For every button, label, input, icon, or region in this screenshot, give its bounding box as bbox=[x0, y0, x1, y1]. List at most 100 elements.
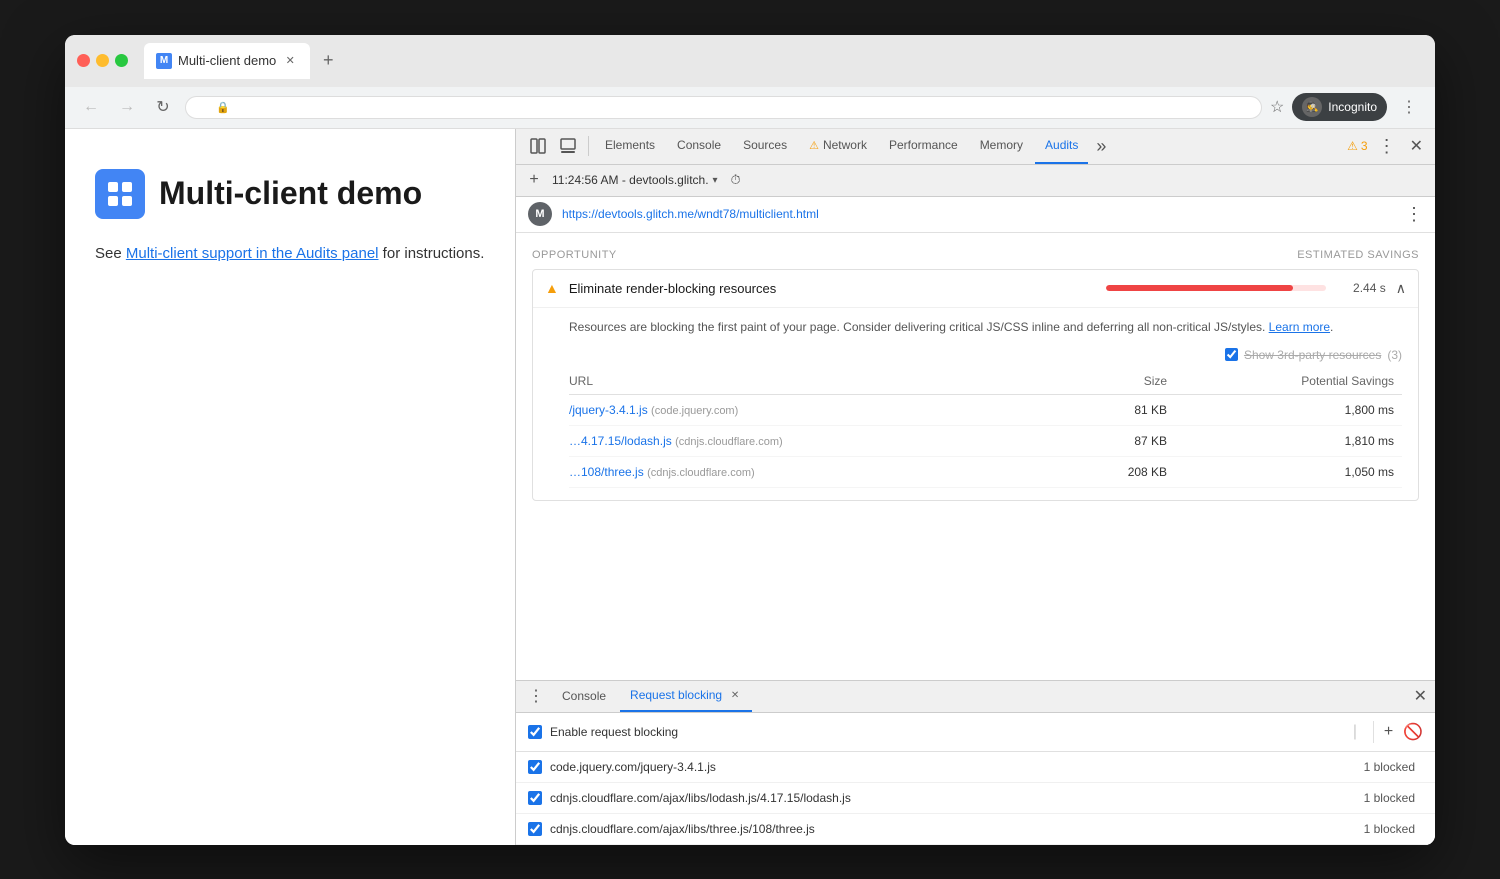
audit-item-header[interactable]: ▲ Eliminate render-blocking resources 2.… bbox=[533, 270, 1418, 307]
incognito-icon: 🕵 bbox=[1302, 97, 1322, 117]
col-header-url: URL bbox=[569, 370, 1068, 395]
traffic-light-maximize[interactable] bbox=[115, 54, 128, 67]
url-text-1[interactable]: …4.17.15/lodash.js bbox=[569, 434, 672, 448]
tab-memory[interactable]: Memory bbox=[970, 129, 1033, 165]
col-header-size: Size bbox=[1068, 370, 1175, 395]
drawer-tabs-bar: ⋮ Console Request blocking ✕ ✕ bbox=[516, 681, 1435, 713]
audit-chevron-icon: ∧ bbox=[1396, 280, 1406, 297]
browser-window: M Multi-client demo ✕ + ← → ↻ 🔒 ☆ 🕵 Inco… bbox=[65, 35, 1435, 845]
tab-audits[interactable]: Audits bbox=[1035, 129, 1088, 165]
forward-button[interactable]: → bbox=[113, 93, 141, 121]
page-description: See Multi-client support in the Audits p… bbox=[95, 243, 485, 266]
audits-panel-link[interactable]: Multi-client support in the Audits panel bbox=[126, 245, 379, 262]
drawer-menu-button[interactable]: ⋮ bbox=[524, 686, 548, 706]
origin-text-0: (code.jquery.com) bbox=[651, 405, 738, 417]
devtools-mode-button[interactable] bbox=[554, 132, 582, 160]
resource-table: URL Size Potential Savings /jquery-3.4.1… bbox=[569, 370, 1402, 488]
blocking-list-item-0: code.jquery.com/jquery-3.4.1.js 1 blocke… bbox=[516, 752, 1435, 783]
tab-sources[interactable]: Sources bbox=[733, 129, 797, 165]
timer-button[interactable]: ⏱ bbox=[726, 170, 746, 190]
main-content: Multi-client demo See Multi-client suppo… bbox=[65, 129, 1435, 845]
resource-savings-0: 1,800 ms bbox=[1175, 394, 1402, 425]
bookmark-button[interactable]: ☆ bbox=[1270, 97, 1284, 117]
warning-count: 3 bbox=[1361, 139, 1368, 153]
session-info: 11:24:56 AM - devtools.glitch. ▾ bbox=[552, 173, 718, 187]
blocking-checkbox-1[interactable] bbox=[528, 791, 542, 805]
report-url: https://devtools.glitch.me/wndt78/multic… bbox=[562, 207, 1395, 221]
incognito-label: Incognito bbox=[1328, 100, 1377, 114]
tab-network[interactable]: ⚠ Network bbox=[799, 129, 877, 165]
table-row: …4.17.15/lodash.js (cdnjs.cloudflare.com… bbox=[569, 425, 1402, 456]
drawer-tab-close-icon[interactable]: ✕ bbox=[728, 688, 742, 702]
url-text-0[interactable]: /jquery-3.4.1.js bbox=[569, 403, 648, 417]
block-icon: 🚫 bbox=[1403, 722, 1423, 742]
tab-memory-label: Memory bbox=[980, 138, 1023, 152]
report-menu-button[interactable]: ⋮ bbox=[1405, 204, 1423, 225]
incognito-badge: 🕵 Incognito bbox=[1292, 93, 1387, 121]
tab-favicon: M bbox=[156, 53, 172, 69]
opportunity-label: Opportunity bbox=[532, 249, 617, 261]
audit-description: Resources are blocking the first paint o… bbox=[569, 308, 1402, 344]
url-text-2[interactable]: …108/three.js bbox=[569, 465, 644, 479]
tab-console[interactable]: Console bbox=[667, 129, 731, 165]
page-logo-icon bbox=[95, 169, 145, 219]
session-dropdown-arrow[interactable]: ▾ bbox=[713, 175, 718, 186]
network-warning-icon: ⚠ bbox=[809, 139, 819, 152]
report-url-bar: M https://devtools.glitch.me/wndt78/mult… bbox=[516, 197, 1435, 233]
blocking-checkbox-0[interactable] bbox=[528, 760, 542, 774]
tab-sources-label: Sources bbox=[743, 138, 787, 152]
add-audit-button[interactable]: + bbox=[524, 170, 544, 190]
drawer-tab-console[interactable]: Console bbox=[552, 680, 616, 712]
bottom-drawer: ⋮ Console Request blocking ✕ ✕ Enable re… bbox=[516, 680, 1435, 845]
address-right-actions: ☆ 🕵 Incognito ⋮ bbox=[1270, 93, 1423, 121]
enable-blocking-checkbox[interactable] bbox=[528, 725, 542, 739]
new-tab-button[interactable]: + bbox=[314, 47, 342, 75]
blocking-url-1: cdnjs.cloudflare.com/ajax/libs/lodash.js… bbox=[550, 791, 1356, 805]
drawer-tab-request-blocking[interactable]: Request blocking ✕ bbox=[620, 680, 752, 712]
learn-more-link[interactable]: Learn more bbox=[1269, 320, 1330, 334]
audit-progress-bar bbox=[1106, 285, 1326, 291]
active-tab[interactable]: M Multi-client demo ✕ bbox=[144, 43, 310, 79]
tab-elements[interactable]: Elements bbox=[595, 129, 665, 165]
tab-audits-label: Audits bbox=[1045, 138, 1078, 152]
resource-savings-2: 1,050 ms bbox=[1175, 456, 1402, 487]
blocking-checkbox-2[interactable] bbox=[528, 822, 542, 836]
devtools-close-button[interactable]: ✕ bbox=[1406, 136, 1427, 156]
warning-count-badge[interactable]: ⚠ 3 bbox=[1347, 139, 1367, 153]
desc-before: See bbox=[95, 245, 126, 262]
address-bar: ← → ↻ 🔒 ☆ 🕵 Incognito ⋮ bbox=[65, 87, 1435, 129]
traffic-light-minimize[interactable] bbox=[96, 54, 109, 67]
col-header-savings: Potential Savings bbox=[1175, 370, 1402, 395]
devtools-menu-button[interactable]: ⋮ bbox=[1374, 136, 1400, 157]
audit-item-body: Resources are blocking the first paint o… bbox=[533, 307, 1418, 500]
desc-after: for instructions. bbox=[379, 245, 485, 262]
devtools-dock-button[interactable] bbox=[524, 132, 552, 160]
third-party-label: Show 3rd-party resources bbox=[1244, 348, 1381, 362]
back-button[interactable]: ← bbox=[77, 93, 105, 121]
third-party-checkbox[interactable] bbox=[1225, 348, 1238, 361]
devtools-secondary-bar: + 11:24:56 AM - devtools.glitch. ▾ ⏱ bbox=[516, 165, 1435, 197]
estimated-savings-label: Estimated Savings bbox=[1297, 249, 1419, 261]
address-input[interactable]: 🔒 bbox=[185, 96, 1262, 119]
third-party-toggle: Show 3rd-party resources (3) bbox=[569, 344, 1402, 370]
audit-item-render-blocking: ▲ Eliminate render-blocking resources 2.… bbox=[532, 269, 1419, 501]
tab-close-button[interactable]: ✕ bbox=[282, 53, 298, 69]
third-party-count: (3) bbox=[1387, 348, 1402, 362]
drawer-close-button[interactable]: ✕ bbox=[1414, 686, 1427, 706]
more-tabs-button[interactable]: » bbox=[1090, 129, 1112, 165]
resource-size-1: 87 KB bbox=[1068, 425, 1175, 456]
enable-blocking-bar: Enable request blocking | + 🚫 bbox=[516, 713, 1435, 752]
traffic-light-close[interactable] bbox=[77, 54, 90, 67]
tab-network-label: Network bbox=[823, 138, 867, 152]
add-pattern-button[interactable]: + bbox=[1373, 721, 1395, 743]
resource-size-0: 81 KB bbox=[1068, 394, 1175, 425]
blocking-list-item-2: cdnjs.cloudflare.com/ajax/libs/three.js/… bbox=[516, 814, 1435, 845]
page-content: Multi-client demo See Multi-client suppo… bbox=[65, 129, 515, 845]
drawer-blocking-label: Request blocking bbox=[630, 688, 722, 702]
tab-performance[interactable]: Performance bbox=[879, 129, 968, 165]
blocking-url-2: cdnjs.cloudflare.com/ajax/libs/three.js/… bbox=[550, 822, 1356, 836]
audit-description-text: Resources are blocking the first paint o… bbox=[569, 320, 1265, 334]
more-options-button[interactable]: ⋮ bbox=[1395, 93, 1423, 121]
devtools-right-actions: ⚠ 3 ⋮ ✕ bbox=[1347, 136, 1427, 157]
reload-button[interactable]: ↻ bbox=[149, 93, 177, 121]
